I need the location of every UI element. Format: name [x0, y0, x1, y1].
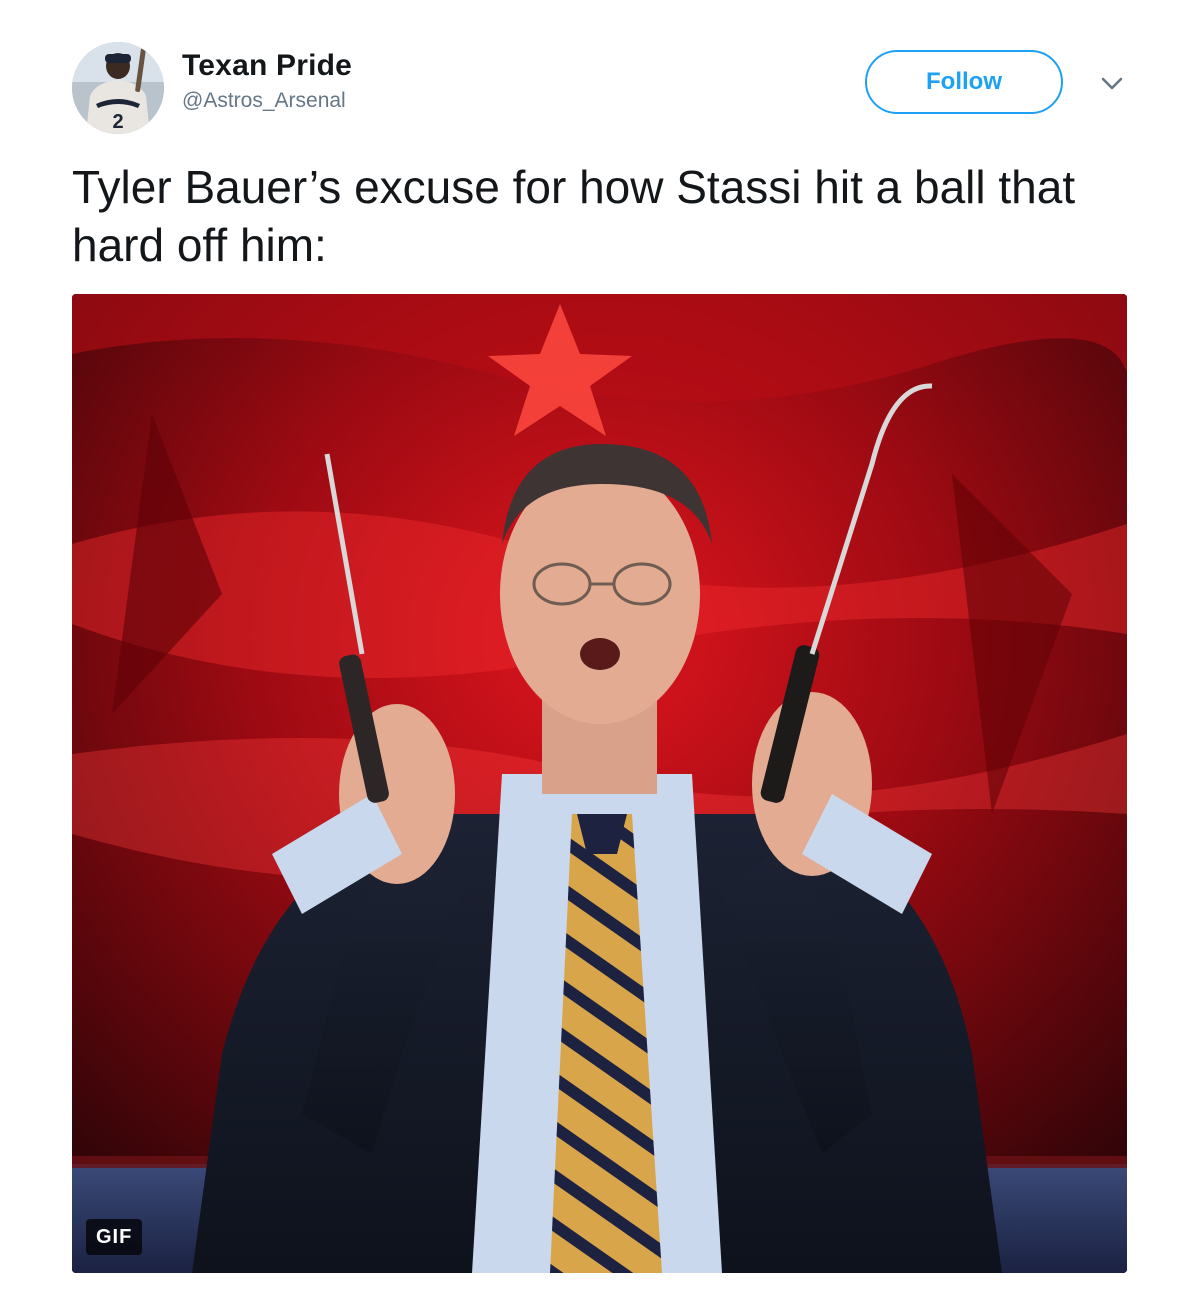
- baseball-player-avatar-icon: 2: [72, 42, 164, 134]
- svg-text:2: 2: [112, 111, 123, 133]
- author-handle[interactable]: @Astros_Arsenal: [182, 86, 352, 116]
- follow-button[interactable]: Follow: [865, 50, 1063, 114]
- tweet-card: 2 Texan Pride @Astros_Arsenal Follow Tyl…: [0, 0, 1200, 1301]
- author-display-name[interactable]: Texan Pride: [182, 48, 352, 84]
- avatar[interactable]: 2: [72, 42, 164, 134]
- tweet-text: Tyler Bauer’s excuse for how Stassi hit …: [72, 161, 1076, 271]
- gif-badge: GIF: [86, 1219, 143, 1255]
- tweet-header: 2 Texan Pride @Astros_Arsenal Follow: [72, 40, 1142, 134]
- more-options-button[interactable]: [1097, 68, 1127, 98]
- author-names: Texan Pride @Astros_Arsenal: [182, 48, 352, 116]
- gif-frame-image: [72, 294, 1127, 1273]
- tweet-media-gif[interactable]: GIF: [72, 294, 1127, 1273]
- chevron-down-icon: [1101, 77, 1123, 90]
